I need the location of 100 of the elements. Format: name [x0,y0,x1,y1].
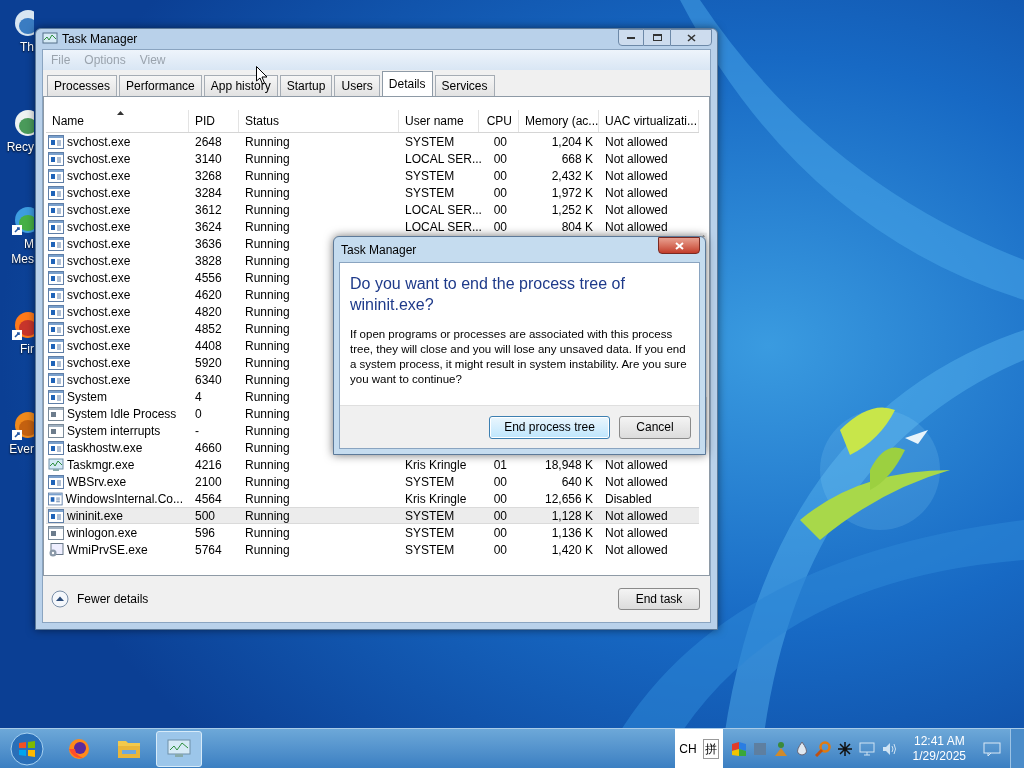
window-title: Task Manager [62,31,138,48]
table-cell-text: svchost.exe [67,371,131,389]
table-cell-text: Running [245,490,290,508]
table-cell-text: svchost.exe [67,150,131,168]
table-cell-text: 00 [493,218,507,236]
table-cell-text: 00 [493,524,507,542]
table-cell-text: 4852 [195,320,222,338]
table-cell-text: svchost.exe [67,337,131,355]
table-cell-text: 2,432 K [551,167,593,185]
table-cell-text: 3828 [195,252,222,270]
table-cell-text: Running [245,286,290,304]
desktop-icon-label: Th [20,40,34,55]
table-cell-text: LOCAL SER... [405,201,482,219]
table-cell-text: 01 [493,456,507,474]
table-cell-text: SYSTEM [405,507,455,525]
table-cell-text: Running [245,541,290,559]
table-cell-text: 3624 [195,218,222,236]
table-cell-text: LOCAL SER... [405,218,482,236]
table-cell-text: WindowsInternal.Co... [65,490,183,508]
table-cell-text: 3612 [195,201,222,219]
table-cell-text: svchost.exe [67,286,131,304]
table-cell-text: Running [245,320,290,338]
table-cell-text: Running [245,235,290,253]
column-label: User name [405,113,464,130]
table-cell-text: Not allowed [605,150,668,168]
table-cell-text: System [67,388,107,406]
table-cell-text: svchost.exe [67,133,131,151]
table-cell-text: Kris Kringle [405,490,467,508]
table-cell-text: - [195,422,199,440]
table-cell-text: Not allowed [605,133,668,151]
table-cell-text: Not allowed [605,167,668,185]
column-label: Memory (ac... [525,113,599,130]
table-cell-text: 0 [195,405,202,423]
table-cell-text: Running [245,167,290,185]
table-cell-text: Running [245,150,290,168]
table-cell-text: 2100 [195,473,222,491]
table-cell-text: 18,948 K [544,456,593,474]
table-cell-text: Not allowed [605,507,668,525]
table-cell-text: Running [245,439,290,457]
table-cell-text: 596 [195,524,216,542]
table-cell-text: Not allowed [605,456,668,474]
dialog-heading: Do you want to end the process tree of wininit.exe? [350,274,626,315]
table-cell-text: 00 [493,150,507,168]
table-cell-text: 5764 [195,541,222,559]
table-cell-text: 1,136 K [551,524,593,542]
table-cell-text: Running [245,507,290,525]
table-cell-text: Running [245,456,290,474]
table-cell-text: Running [245,354,290,372]
table-cell-text: 1,252 K [551,201,593,219]
table-cell-text: 12,656 K [544,490,593,508]
table-cell-text: 4 [195,388,202,406]
table-cell-text: 00 [493,507,507,525]
table-cell-text: Running [245,218,290,236]
table-cell-text: Running [245,388,290,406]
table-cell-text: svchost.exe [67,201,131,219]
table-cell-text: 4620 [195,286,222,304]
table-cell-text: Running [245,337,290,355]
table-cell-text: 00 [493,473,507,491]
table-cell-text: 00 [493,201,507,219]
table-cell-text: Not allowed [605,184,668,202]
table-cell-text: 3140 [195,150,222,168]
table-cell-text: 4408 [195,337,222,355]
table-cell-text: Not allowed [605,541,668,559]
desktop-icon-label: Mes [11,252,34,267]
table-cell-text: Running [245,184,290,202]
table-cell-text: LOCAL SER... [405,150,482,168]
table-cell-text: Running [245,422,290,440]
table-cell-text: svchost.exe [67,235,131,253]
table-cell-text: Not allowed [605,218,668,236]
table-cell-text: 1,420 K [551,541,593,559]
table-cell-text: svchost.exe [67,167,131,185]
table-cell-text: svchost.exe [67,218,131,236]
table-cell-text: 1,204 K [551,133,593,151]
table-cell-text: svchost.exe [67,269,131,287]
table-cell-text: 500 [195,507,216,525]
table-cell-text: WBSrv.exe [67,473,127,491]
table-cell-text: System interrupts [67,422,161,440]
table-cell-text: 4660 [195,439,222,457]
table-cell-text: 00 [493,184,507,202]
table-cell-text: Running [245,303,290,321]
table-cell-text: 00 [493,167,507,185]
table-cell-text: winlogon.exe [67,524,138,542]
table-cell-text: svchost.exe [67,184,131,202]
table-cell-text: 3636 [195,235,222,253]
table-cell-text: svchost.exe [67,320,131,338]
table-cell-text: Not allowed [605,473,668,491]
table-cell-text: SYSTEM [405,541,455,559]
table-cell-text: svchost.exe [67,252,131,270]
table-cell-text: 1,972 K [551,184,593,202]
table-cell-text: Running [245,473,290,491]
column-label: Status [245,113,280,130]
table-cell-text: Not allowed [605,201,668,219]
table-cell-text: svchost.exe [67,303,131,321]
table-cell-text: 3284 [195,184,222,202]
table-cell-text: 4564 [195,490,222,508]
table-cell-text: 2648 [195,133,222,151]
table-cell-text: Not allowed [605,524,668,542]
table-cell-text: SYSTEM [405,133,455,151]
table-cell-text: Running [245,252,290,270]
table-cell-text: 4216 [195,456,222,474]
